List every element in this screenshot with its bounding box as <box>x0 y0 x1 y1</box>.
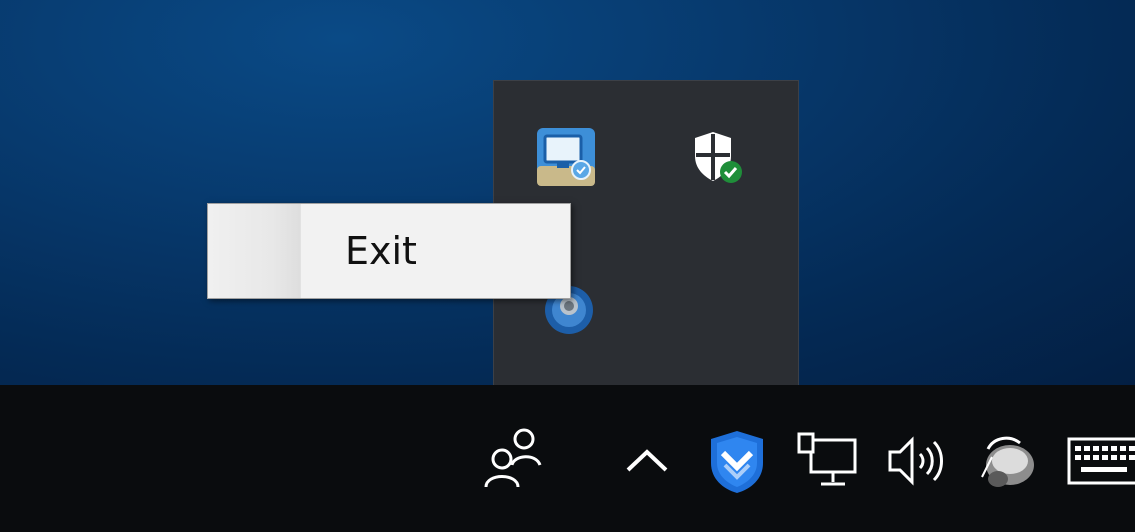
keyboard-icon[interactable] <box>1065 433 1135 489</box>
exit-menu-item[interactable]: Exit <box>208 204 570 298</box>
network-icon[interactable] <box>795 430 861 492</box>
speaker-device-icon[interactable] <box>970 427 1042 497</box>
windows-security-icon[interactable] <box>687 126 749 188</box>
context-menu: Exit <box>207 203 571 299</box>
display-app-icon[interactable] <box>535 126 597 188</box>
shield-app-icon[interactable] <box>705 427 769 495</box>
exit-menu-item-label: Exit <box>345 229 417 273</box>
chevron-up-icon[interactable] <box>622 440 672 480</box>
taskbar <box>0 385 1135 532</box>
volume-icon[interactable] <box>884 430 944 492</box>
people-icon[interactable] <box>480 425 546 495</box>
